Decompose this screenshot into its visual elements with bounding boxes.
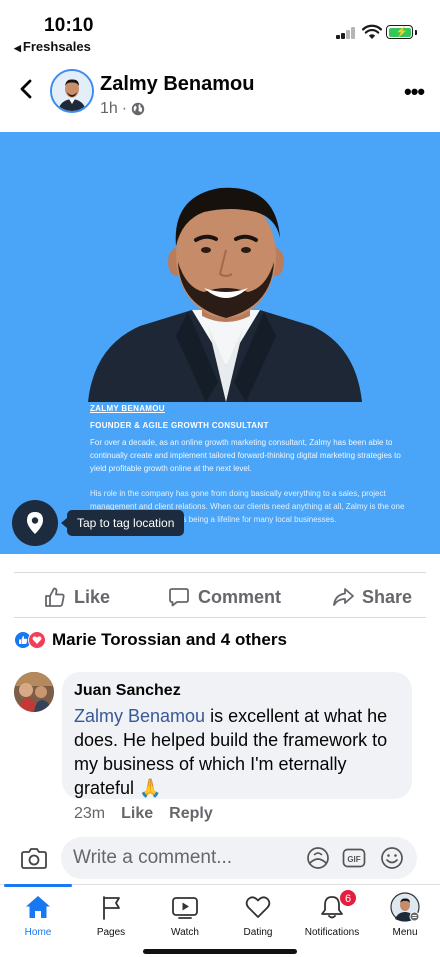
bio-text-block: ZALMY BENAMOU FOUNDER & AGILE GROWTH CON… xyxy=(90,404,408,526)
reactions-names: Marie Torossian and 4 others xyxy=(52,630,287,649)
love-reaction-icon xyxy=(28,631,46,649)
flag-icon xyxy=(103,896,120,920)
comment-composer: GIF xyxy=(0,834,440,884)
comment-reply-button[interactable]: Reply xyxy=(169,805,213,823)
status-bar: 10:10 ◀ Freshsales ⚡ xyxy=(0,0,440,62)
back-to-app-link[interactable]: ◀ Freshsales xyxy=(14,39,91,54)
tab-label: Notifications xyxy=(304,927,360,938)
commenter-avatar[interactable] xyxy=(14,672,54,712)
tab-watch[interactable]: Watch xyxy=(148,893,222,941)
comment-button[interactable]: Comment xyxy=(168,578,281,616)
share-arrow-icon xyxy=(333,588,354,606)
battery-charging-icon: ⚡ xyxy=(386,25,417,39)
comment-like-button[interactable]: Like xyxy=(121,805,153,823)
emoji-icon[interactable] xyxy=(379,845,405,871)
bio-paragraph: For over a decade, as an online growth m… xyxy=(90,438,401,473)
like-button[interactable]: Like xyxy=(44,578,110,616)
bottom-tab-bar: Home Pages Watch Dating 6 Notifications … xyxy=(0,884,440,957)
reactions-summary[interactable]: Marie Torossian and 4 others xyxy=(14,628,287,652)
comment-bubble-icon xyxy=(169,588,189,607)
home-indicator xyxy=(143,949,297,954)
tab-notifications[interactable]: 6 Notifications xyxy=(295,889,369,941)
comment-meta: 23m Like Reply xyxy=(74,805,213,823)
tag-location-tooltip[interactable]: Tap to tag location xyxy=(61,510,185,536)
like-label: Like xyxy=(74,586,111,607)
cellular-signal-icon xyxy=(336,27,356,39)
share-button[interactable]: Share xyxy=(332,578,412,616)
tooltip-text: Tap to tag location xyxy=(77,516,175,530)
comment-input[interactable] xyxy=(73,837,293,879)
wifi-icon xyxy=(362,24,382,39)
tab-label: Watch xyxy=(171,927,199,938)
comment-bubble[interactable]: Juan Sanchez Zalmy Benamou is excellent … xyxy=(62,672,412,799)
tag-location-button[interactable] xyxy=(12,500,58,546)
profile-photo-figure xyxy=(88,187,362,402)
tab-label: Home xyxy=(24,927,52,938)
clock: 10:10 xyxy=(44,15,94,36)
commenter-name[interactable]: Juan Sanchez xyxy=(74,682,400,700)
gif-icon[interactable]: GIF xyxy=(341,845,367,871)
svg-text:GIF: GIF xyxy=(347,855,360,864)
comment-time: 23m xyxy=(74,805,106,822)
share-label: Share xyxy=(362,586,413,607)
tab-home[interactable]: Home xyxy=(1,893,75,941)
location-pin-icon xyxy=(27,512,43,534)
post-meta: 1h · xyxy=(100,100,145,118)
notification-badge: 6 xyxy=(339,889,357,907)
comment-text: Zalmy Benamou is excellent at what he do… xyxy=(74,704,400,800)
tab-label: Dating xyxy=(243,927,273,938)
comment-input-container[interactable]: GIF xyxy=(61,837,417,879)
bio-name: ZALMY BENAMOU xyxy=(90,404,165,413)
post-author-name[interactable]: Zalmy Benamou xyxy=(100,73,254,96)
back-triangle-icon: ◀ xyxy=(14,43,21,53)
bio-title: FOUNDER & AGILE GROWTH CONSULTANT xyxy=(90,421,269,430)
tab-dating[interactable]: Dating xyxy=(221,893,295,941)
home-icon xyxy=(26,896,50,918)
meta-separator: · xyxy=(121,100,128,117)
camera-icon[interactable] xyxy=(21,846,47,870)
tab-label: Menu xyxy=(392,927,418,938)
thumbs-up-icon xyxy=(45,587,65,607)
post-image[interactable]: ZALMY BENAMOU FOUNDER & AGILE GROWTH CON… xyxy=(0,132,440,554)
tab-menu[interactable]: Menu xyxy=(368,892,440,941)
more-options-icon[interactable]: ••• xyxy=(404,79,425,105)
back-chevron-icon[interactable] xyxy=(14,76,40,102)
avatar-sticker-icon[interactable] xyxy=(305,845,331,871)
comment-label: Comment xyxy=(198,586,282,607)
active-tab-indicator xyxy=(4,884,72,887)
watch-icon xyxy=(172,897,198,919)
globe-icon xyxy=(131,102,145,116)
mention-link[interactable]: Zalmy Benamou xyxy=(74,706,205,726)
divider xyxy=(14,572,426,573)
post-header: Zalmy Benamou 1h · ••• xyxy=(0,62,440,132)
post-time[interactable]: 1h xyxy=(100,100,118,118)
profile-avatar-icon xyxy=(390,892,420,922)
heart-icon xyxy=(245,896,271,918)
author-avatar[interactable] xyxy=(50,69,94,113)
tab-label: Pages xyxy=(96,927,126,938)
post-actions-bar: Like Comment Share xyxy=(0,578,440,616)
tab-pages[interactable]: Pages xyxy=(74,893,148,941)
divider xyxy=(14,617,426,618)
back-app-label: Freshsales xyxy=(22,39,91,54)
